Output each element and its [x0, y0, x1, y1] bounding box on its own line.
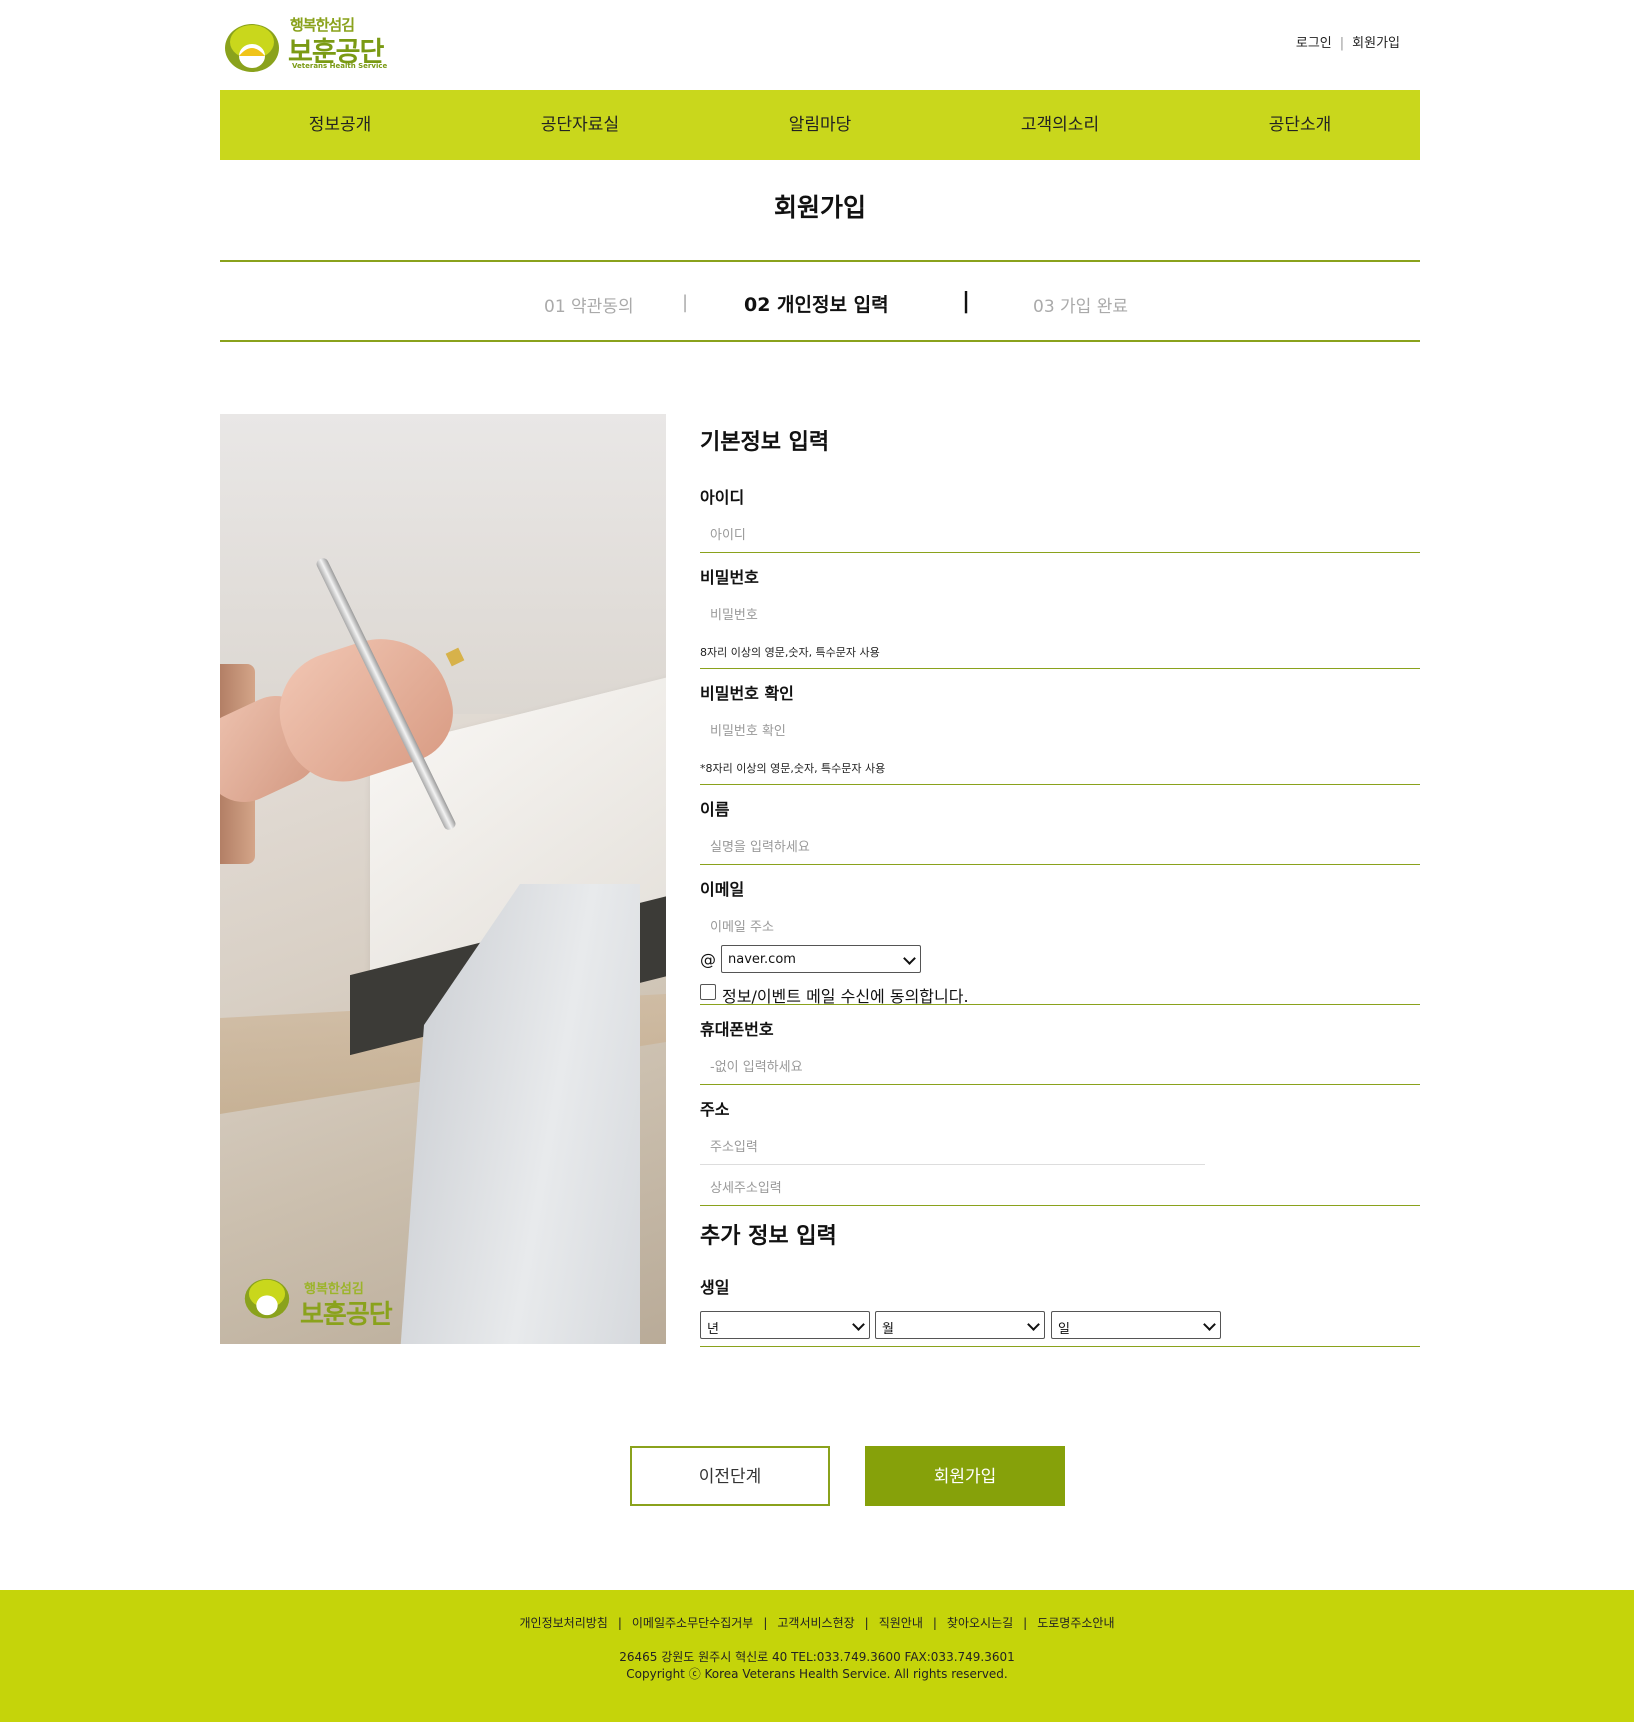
- signup-submit-button[interactable]: 회원가입: [865, 1446, 1065, 1506]
- footer-links: 개인정보처리방침 | 이메일주소무단수집거부 | 고객서비스현장 | 직원안내 | 찾아오시는길…: [0, 1614, 1634, 1631]
- id-label: 아이디: [700, 488, 745, 507]
- footer-link-staff[interactable]: 직원안내: [879, 1616, 923, 1630]
- nav-item-info[interactable]: 정보공개: [220, 90, 460, 160]
- chevron-down-icon: [1027, 1318, 1040, 1331]
- footer-separator: |: [864, 1616, 869, 1630]
- footer-link-privacy[interactable]: 개인정보처리방침: [520, 1616, 608, 1630]
- password-note: 8자리 이상의 영문,숫자, 특수문자 사용: [700, 646, 880, 659]
- extra-info-title: 추가 정보 입력: [700, 1224, 837, 1249]
- footer-separator: |: [932, 1616, 937, 1630]
- step-indicator: 01 약관동의 | 02 개인정보 입력 | 03 가입 완료: [220, 260, 1420, 342]
- divider: [700, 864, 1420, 865]
- logo[interactable]: 행복한섬김 보훈공단 Veterans Health Service: [222, 12, 392, 72]
- birth-day-value: 일: [1058, 1322, 1070, 1337]
- watermark-title: 보훈공단: [300, 1300, 393, 1330]
- basic-info-title: 기본정보 입력: [700, 430, 830, 455]
- footer-separator: |: [617, 1616, 622, 1630]
- email-at-sign: @: [700, 950, 716, 969]
- password-confirm-note: *8자리 이상의 영문,숫자, 특수문자 사용: [700, 762, 886, 775]
- main-nav: 정보공개 공단자료실 알림마당 고객의소리 공단소개: [220, 90, 1420, 160]
- chevron-down-icon: [852, 1318, 865, 1331]
- utility-menu: 로그인 | 회원가입: [1296, 32, 1400, 51]
- email-label: 이메일: [700, 880, 745, 899]
- footer-copyright: Copyright ⓒ Korea Veterans Health Servic…: [626, 1667, 1008, 1681]
- address-input[interactable]: 주소입력: [710, 1136, 758, 1155]
- address-label: 주소: [700, 1100, 730, 1119]
- divider: [700, 1004, 1420, 1005]
- birth-year-value: 년: [707, 1322, 719, 1337]
- page-title: 회원가입: [773, 193, 866, 222]
- divider: [700, 552, 1420, 553]
- step-complete: 03 가입 완료: [1033, 297, 1128, 317]
- writing-photo: 행복한섬김 보훈공단: [220, 414, 666, 1344]
- step-separator: |: [682, 292, 689, 313]
- footer-address: 26465 강원도 원주시 혁신로 40 TEL:033.749.3600 FA…: [619, 1650, 1015, 1664]
- email-domain-select[interactable]: naver.com: [721, 945, 921, 973]
- footer-separator: |: [1023, 1616, 1028, 1630]
- name-label: 이름: [700, 800, 730, 819]
- nav-item-about[interactable]: 공단소개: [1180, 90, 1420, 160]
- step-personal-info: 02 개인정보 입력: [744, 294, 889, 316]
- birth-year-select[interactable]: 년: [700, 1311, 870, 1339]
- logo-emblem-icon: [225, 24, 279, 72]
- divider: [700, 1346, 1420, 1347]
- password-confirm-input[interactable]: 비밀번호 확인: [710, 720, 786, 739]
- name-input[interactable]: 실명을 입력하세요: [710, 836, 810, 855]
- birth-month-select[interactable]: 월: [875, 1311, 1045, 1339]
- divider: [700, 668, 1420, 669]
- email-domain-value: naver.com: [728, 952, 796, 967]
- email-agree-checkbox[interactable]: [700, 984, 716, 1000]
- divider: [700, 1084, 1420, 1085]
- address-detail-input[interactable]: 상세주소입력: [710, 1177, 782, 1196]
- join-link[interactable]: 회원가입: [1352, 36, 1400, 51]
- address-divider: [700, 1164, 1205, 1165]
- divider: [700, 1205, 1420, 1206]
- nav-item-voice[interactable]: 고객의소리: [940, 90, 1180, 160]
- phone-input[interactable]: -없이 입력하세요: [710, 1056, 803, 1075]
- step-terms: 01 약관동의: [544, 297, 634, 317]
- prev-step-button[interactable]: 이전단계: [630, 1446, 830, 1506]
- footer-link-email-refuse[interactable]: 이메일주소무단수집거부: [632, 1616, 753, 1630]
- id-input[interactable]: 아이디: [710, 524, 746, 543]
- step-separator: |: [962, 289, 971, 314]
- birth-day-select[interactable]: 일: [1051, 1311, 1221, 1339]
- footer: 개인정보처리방침 | 이메일주소무단수집거부 | 고객서비스현장 | 직원안내 | 찾아오시는길…: [0, 1590, 1634, 1722]
- watermark-logo-icon: [244, 1278, 290, 1319]
- chevron-down-icon: [903, 952, 916, 965]
- nav-item-notice[interactable]: 알림마당: [700, 90, 940, 160]
- logo-english: Veterans Health Service: [292, 62, 388, 70]
- birth-month-value: 월: [882, 1322, 894, 1337]
- nav-item-archive[interactable]: 공단자료실: [460, 90, 700, 160]
- birthday-label: 생일: [700, 1278, 730, 1297]
- footer-link-service-charter[interactable]: 고객서비스현장: [777, 1616, 854, 1630]
- util-separator: |: [1339, 36, 1345, 51]
- chevron-down-icon: [1203, 1318, 1216, 1331]
- footer-link-directions[interactable]: 찾아오시는길: [947, 1616, 1013, 1630]
- divider: [700, 784, 1420, 785]
- password-confirm-label: 비밀번호 확인: [700, 684, 794, 703]
- phone-label: 휴대폰번호: [700, 1020, 774, 1039]
- password-input[interactable]: 비밀번호: [710, 604, 758, 623]
- password-label: 비밀번호: [700, 568, 759, 587]
- login-link[interactable]: 로그인: [1296, 36, 1332, 51]
- footer-link-road-address[interactable]: 도로명주소안내: [1037, 1616, 1114, 1630]
- email-input[interactable]: 이메일 주소: [710, 916, 774, 935]
- footer-separator: |: [763, 1616, 768, 1630]
